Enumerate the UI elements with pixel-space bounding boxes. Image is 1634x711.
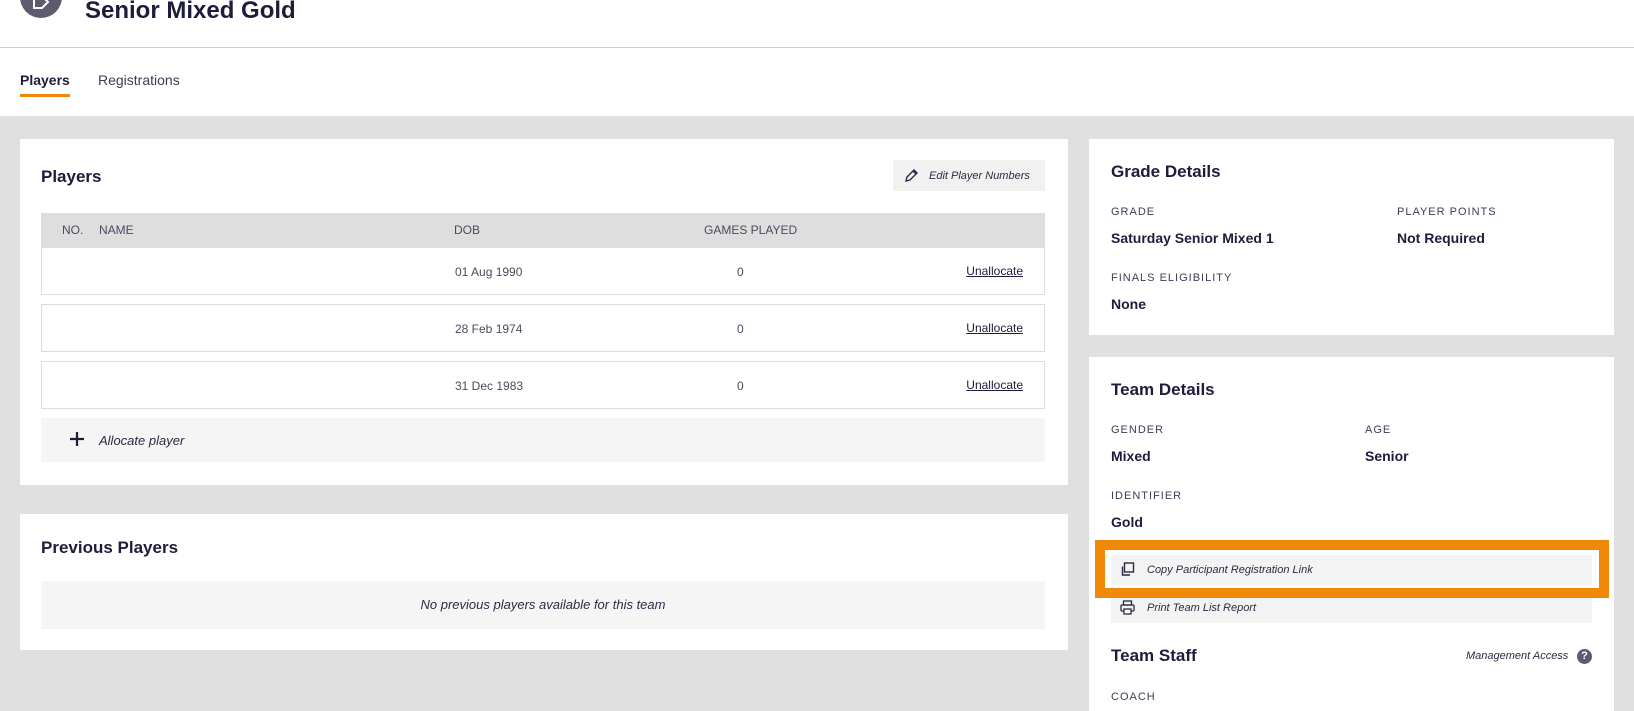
player-dob: 31 Dec 1983	[455, 379, 524, 393]
tab-bar: Players Registrations	[0, 48, 1634, 116]
age-label: AGE	[1365, 424, 1392, 436]
player-dob: 28 Feb 1974	[455, 322, 523, 336]
player-points-value: Not Required	[1397, 230, 1485, 246]
identifier-value: Gold	[1111, 514, 1143, 530]
page-title: Senior Mixed Gold	[85, 0, 296, 24]
players-card: Players Edit Player Numbers NO. NAME DOB…	[20, 139, 1068, 485]
players-card-title: Players	[41, 167, 102, 186]
tag-icon	[33, 0, 50, 9]
management-access-link[interactable]: Management Access	[1466, 650, 1568, 662]
player-games-played: 0	[737, 379, 744, 393]
table-row: 01 Aug 1990 0 Unallocate	[41, 247, 1045, 295]
column-header-name: NAME	[99, 223, 134, 237]
printer-icon	[1120, 600, 1135, 615]
page-header: Senior Mixed Gold	[0, 0, 1634, 48]
column-header-games-played: GAMES PLAYED	[704, 223, 798, 237]
tab-registrations[interactable]: Registrations	[98, 72, 180, 94]
column-header-dob: DOB	[454, 223, 481, 237]
tab-players[interactable]: Players	[20, 72, 70, 97]
unallocate-link[interactable]: Unallocate	[966, 321, 1023, 335]
player-games-played: 0	[737, 265, 744, 279]
print-team-list-label: Print Team List Report	[1147, 602, 1257, 614]
help-icon[interactable]: ?	[1577, 649, 1592, 664]
highlight-box	[1095, 540, 1609, 598]
finals-eligibility-label: FINALS ELIGIBILITY	[1111, 272, 1233, 284]
allocate-player-button[interactable]: Allocate player	[41, 418, 1045, 462]
grade-label: GRADE	[1111, 206, 1156, 218]
team-logo	[20, 0, 62, 18]
identifier-label: IDENTIFIER	[1111, 490, 1183, 502]
grade-value: Saturday Senior Mixed 1	[1111, 230, 1274, 246]
team-staff-title: Team Staff	[1111, 646, 1197, 665]
players-table-header: NO. NAME DOB GAMES PLAYED	[41, 213, 1045, 247]
previous-players-card: Previous Players No previous players ava…	[20, 514, 1068, 650]
unallocate-link[interactable]: Unallocate	[966, 264, 1023, 278]
grade-details-title: Grade Details	[1111, 162, 1221, 181]
table-row: 31 Dec 1983 0 Unallocate	[41, 361, 1045, 409]
player-points-label: PLAYER POINTS	[1397, 206, 1497, 218]
coach-label: COACH	[1111, 691, 1156, 703]
edit-player-numbers-label: Edit Player Numbers	[929, 169, 1030, 182]
finals-eligibility-value: None	[1111, 296, 1146, 312]
gender-value: Mixed	[1111, 448, 1151, 464]
edit-player-numbers-button[interactable]: Edit Player Numbers	[893, 160, 1045, 191]
player-dob: 01 Aug 1990	[455, 265, 523, 279]
pencil-icon	[905, 169, 918, 182]
table-row: 28 Feb 1974 0 Unallocate	[41, 304, 1045, 352]
grade-details-card: Grade Details GRADE Saturday Senior Mixe…	[1089, 139, 1614, 335]
gender-label: GENDER	[1111, 424, 1165, 436]
player-games-played: 0	[737, 322, 744, 336]
empty-state-message: No previous players available for this t…	[41, 581, 1045, 629]
previous-players-title: Previous Players	[41, 538, 179, 557]
plus-icon	[70, 432, 84, 446]
column-header-no: NO.	[62, 223, 84, 237]
allocate-player-label: Allocate player	[99, 433, 185, 448]
team-details-title: Team Details	[1111, 380, 1215, 399]
unallocate-link[interactable]: Unallocate	[966, 378, 1023, 392]
age-value: Senior	[1365, 448, 1409, 464]
